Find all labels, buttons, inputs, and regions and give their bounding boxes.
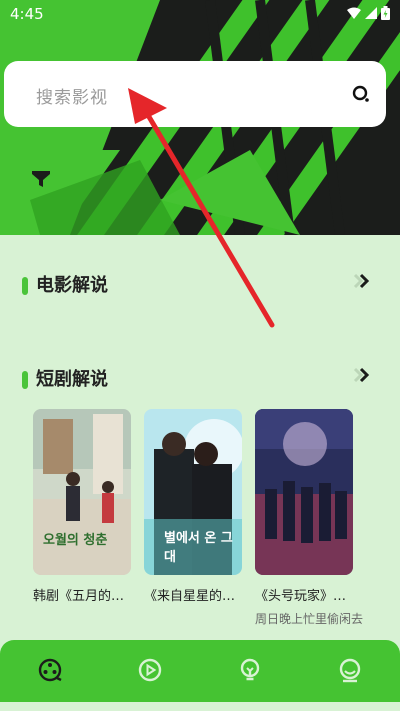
poster-art bbox=[33, 409, 131, 575]
section-movie-commentary[interactable]: 电影解说 bbox=[22, 269, 372, 299]
bottom-tab-bar bbox=[0, 640, 400, 702]
section-marker bbox=[22, 277, 28, 295]
drama-card[interactable]: 《头号玩家》… 周日晚上忙里偷闲去 bbox=[255, 409, 364, 627]
battery-icon bbox=[381, 6, 390, 20]
drama-card[interactable]: 별에서 온 그대 《来自星星的… bbox=[144, 409, 244, 604]
card-title: 韩剧《五月的… bbox=[33, 589, 125, 604]
poster-image[interactable]: 별에서 온 그대 bbox=[144, 409, 242, 575]
drama-card[interactable]: 오월의 청춘 韩剧《五月的… bbox=[33, 409, 133, 604]
chevron-right-icon[interactable] bbox=[352, 367, 372, 383]
status-time: 4:45 bbox=[10, 5, 44, 23]
card-title: 《来自星星的… bbox=[144, 589, 236, 604]
profile-icon[interactable] bbox=[337, 657, 363, 683]
header-banner: 4:45 搜索影视 bbox=[0, 0, 400, 235]
poster-title-text: 별에서 온 그대 bbox=[164, 531, 233, 565]
section-title: 短剧解说 bbox=[36, 369, 108, 390]
poster-image[interactable]: 오월의 청춘 bbox=[33, 409, 131, 575]
poster-art bbox=[255, 409, 353, 575]
poster-title-text: 오월의 청춘 bbox=[43, 533, 108, 548]
card-subtitle: 周日晚上忙里偷闲去 bbox=[255, 612, 364, 626]
section-marker bbox=[22, 371, 28, 389]
section-title: 电影解说 bbox=[36, 275, 108, 296]
card-title: 《头号玩家》… bbox=[255, 589, 347, 604]
system-icons bbox=[347, 6, 390, 20]
drama-card-list: 오월의 청춘 韩剧《五月的… 별에서 온 그대 《来自星星的… 《头号玩家》… … bbox=[33, 409, 373, 629]
poster-image[interactable] bbox=[255, 409, 353, 575]
signal-icon bbox=[365, 7, 377, 19]
status-bar: 4:45 bbox=[0, 0, 400, 28]
search-input[interactable]: 搜索影视 bbox=[36, 83, 108, 108]
film-reel-icon[interactable] bbox=[37, 657, 63, 683]
search-bar[interactable]: 搜索影视 bbox=[4, 61, 386, 127]
search-icon[interactable] bbox=[352, 85, 370, 103]
play-circle-icon[interactable] bbox=[137, 657, 163, 683]
lightbulb-icon[interactable] bbox=[237, 657, 263, 683]
wifi-icon bbox=[347, 7, 361, 19]
section-short-drama-commentary[interactable]: 短剧解说 bbox=[22, 363, 372, 393]
filter-icon[interactable] bbox=[32, 170, 50, 188]
chevron-right-icon[interactable] bbox=[352, 273, 372, 289]
content-area: 电影解说 短剧解说 오월의 청춘 韩剧《五月的… 별에서 온 그대 《来自星星的… bbox=[0, 235, 400, 635]
